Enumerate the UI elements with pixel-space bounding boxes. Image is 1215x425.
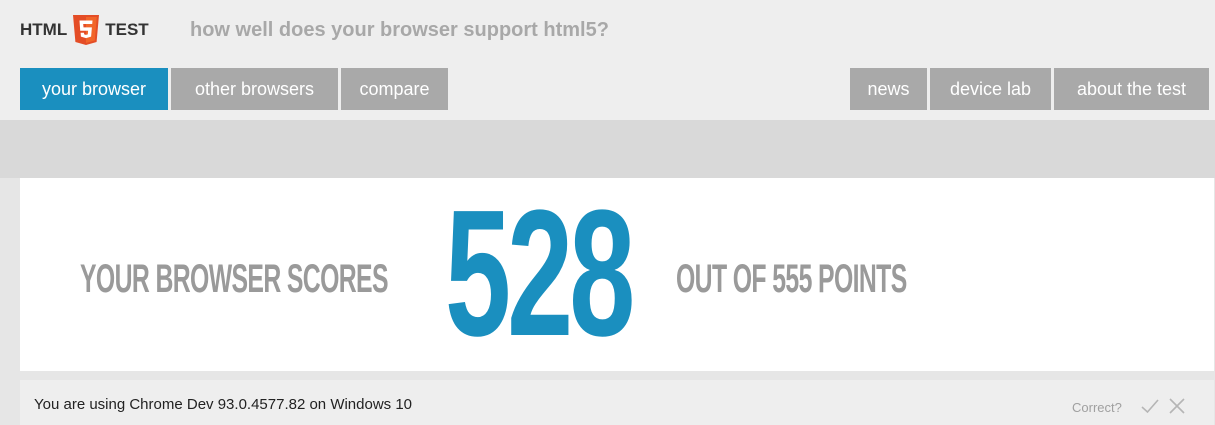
tab-device-lab[interactable]: device lab (930, 68, 1051, 110)
tab-about-the-test[interactable]: about the test (1054, 68, 1209, 110)
logo-test-text: TEST (105, 20, 149, 39)
tab-compare[interactable]: compare (341, 68, 448, 110)
correct-question-label: Correct? (1072, 400, 1122, 415)
score-suffix-text: OUT OF 555 POINTS (676, 257, 907, 301)
checkmark-icon[interactable] (1140, 396, 1160, 416)
score-value: 528 (445, 173, 635, 374)
tab-other-browsers[interactable]: other browsers (171, 68, 338, 110)
close-icon[interactable] (1167, 396, 1187, 416)
tab-your-browser[interactable]: your browser (20, 68, 168, 110)
detected-browser-text: You are using Chrome Dev 93.0.4577.82 on… (34, 396, 413, 413)
score-prefix-text: YOUR BROWSER SCORES (80, 257, 389, 301)
logo-html-text: HTML (20, 20, 68, 39)
browser-detection-bar: You are using Chrome Dev 93.0.4577.82 on… (20, 380, 1214, 425)
site-header: HTML TEST how well does your browser sup… (0, 0, 1215, 120)
tab-news[interactable]: news (850, 68, 927, 110)
score-panel: YOUR BROWSER SCORES 528 OUT OF 555 POINT… (20, 178, 1214, 371)
spacer-band (0, 120, 1215, 178)
site-logo[interactable]: HTML TEST (20, 14, 149, 46)
site-tagline: how well does your browser support html5… (190, 19, 609, 41)
html5-shield-icon (71, 14, 101, 46)
